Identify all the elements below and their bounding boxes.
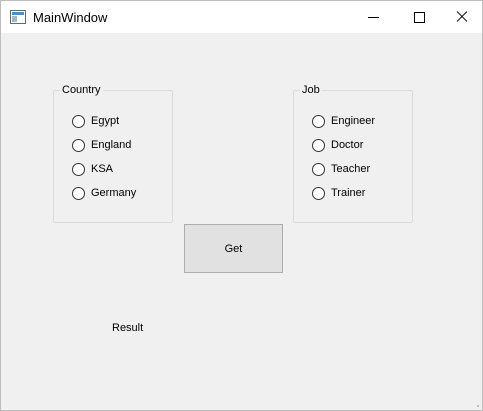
radio-engineer[interactable]: Engineer bbox=[312, 113, 375, 129]
radio-label: England bbox=[91, 139, 132, 151]
country-group: Country Egypt England KSA Germany bbox=[53, 84, 173, 223]
country-group-title: Country bbox=[60, 84, 103, 97]
size-grip-icon[interactable] bbox=[476, 404, 480, 408]
title-bar[interactable]: MainWindow bbox=[1, 1, 482, 33]
radio-doctor[interactable]: Doctor bbox=[312, 137, 363, 153]
radio-label: Teacher bbox=[331, 163, 371, 175]
radio-circle-icon[interactable] bbox=[72, 138, 85, 152]
main-window: MainWindow Country Egypt England KSA Ger… bbox=[0, 0, 483, 411]
radio-circle-icon[interactable] bbox=[72, 162, 85, 176]
window-app-icon bbox=[10, 10, 26, 24]
radio-egypt[interactable]: Egypt bbox=[72, 113, 119, 129]
radio-circle-icon[interactable] bbox=[312, 138, 325, 152]
radio-circle-icon[interactable] bbox=[312, 186, 325, 200]
job-group-title: Job bbox=[300, 84, 322, 97]
maximize-icon bbox=[413, 11, 425, 23]
radio-label: Germany bbox=[91, 187, 137, 199]
radio-teacher[interactable]: Teacher bbox=[312, 161, 370, 177]
radio-ksa[interactable]: KSA bbox=[72, 161, 113, 177]
get-button[interactable]: Get bbox=[184, 224, 283, 273]
job-group: Job Engineer Doctor Teacher Trainer bbox=[293, 84, 413, 223]
radio-circle-icon[interactable] bbox=[312, 162, 325, 176]
radio-label: Trainer bbox=[331, 187, 366, 199]
result-label: Result bbox=[112, 322, 144, 334]
radio-label: KSA bbox=[91, 163, 114, 175]
close-button[interactable] bbox=[442, 1, 482, 33]
minimize-icon bbox=[367, 16, 379, 18]
window-title: MainWindow bbox=[33, 10, 108, 25]
radio-circle-icon[interactable] bbox=[312, 114, 325, 128]
radio-label: Egypt bbox=[91, 115, 120, 127]
radio-germany[interactable]: Germany bbox=[72, 185, 136, 201]
radio-trainer[interactable]: Trainer bbox=[312, 185, 365, 201]
radio-label: Engineer bbox=[331, 115, 376, 127]
minimize-button[interactable] bbox=[350, 1, 396, 33]
radio-label: Doctor bbox=[331, 139, 364, 151]
maximize-button[interactable] bbox=[396, 1, 442, 33]
close-icon bbox=[456, 11, 468, 23]
radio-circle-icon[interactable] bbox=[72, 186, 85, 200]
radio-circle-icon[interactable] bbox=[72, 114, 85, 128]
radio-england[interactable]: England bbox=[72, 137, 131, 153]
